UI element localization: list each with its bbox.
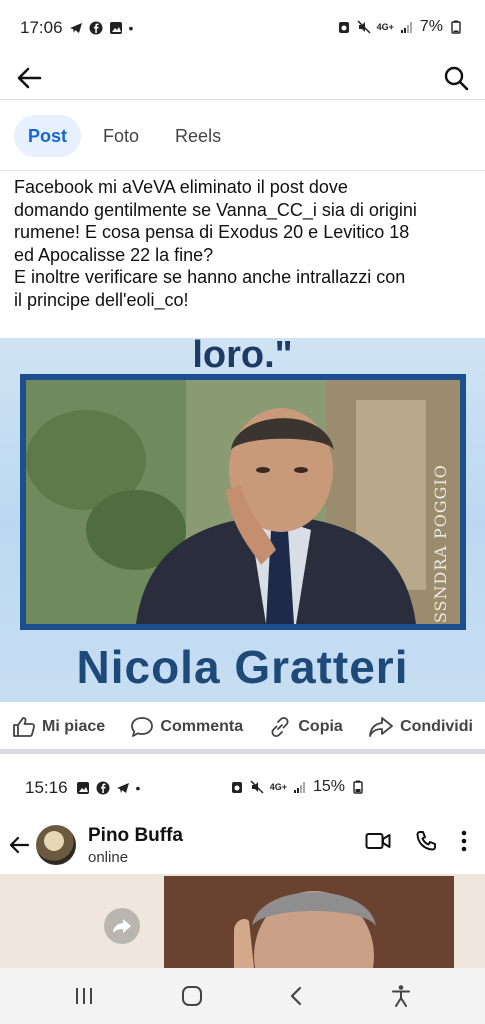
- chat-header: Pino Buffa online: [0, 816, 485, 874]
- notification-dot-icon: •: [135, 780, 141, 796]
- tab-reels[interactable]: Reels: [161, 115, 235, 157]
- post-text: Facebook mi aVeVA eliminato il post dove…: [14, 176, 476, 311]
- image-quote-text: loro.": [192, 338, 293, 376]
- telegram-icon: [116, 783, 129, 793]
- battery-icon: [353, 780, 363, 794]
- battery-icon: [451, 20, 461, 34]
- network-label: 4G+: [376, 22, 394, 32]
- copy-link-button[interactable]: Copia: [268, 716, 343, 738]
- forward-icon: [113, 919, 131, 933]
- video-call-icon[interactable]: [365, 831, 391, 851]
- embedded-battery-percent: 15%: [312, 778, 345, 795]
- recent-apps-icon[interactable]: [73, 986, 95, 1006]
- back-nav-icon[interactable]: [288, 985, 304, 1007]
- signal-icon: [293, 782, 305, 793]
- arrow-left-icon: [17, 67, 42, 88]
- chat-background: [0, 874, 485, 968]
- back-button[interactable]: [14, 63, 44, 93]
- chat-image[interactable]: [164, 876, 454, 968]
- accessibility-icon[interactable]: [390, 984, 412, 1008]
- image-watermark: ALESSNDRA POGGIO: [431, 464, 450, 630]
- post-text-line: E inoltre verificare se hanno anche intr…: [14, 267, 406, 287]
- facebook-icon: [96, 781, 110, 795]
- telegram-icon: [69, 23, 82, 33]
- alarm-icon: [231, 782, 242, 793]
- forward-button[interactable]: [104, 908, 140, 944]
- tab-post[interactable]: Post: [14, 115, 82, 157]
- post-actions: Mi piace Commenta Copia Condividi: [0, 704, 485, 754]
- chat-actions: [365, 830, 467, 852]
- comment-button[interactable]: Commenta: [130, 716, 243, 738]
- alarm-icon: [338, 22, 349, 33]
- phone-call-icon[interactable]: [415, 830, 437, 852]
- embedded-status-time: 15:16: [25, 778, 68, 797]
- gallery-icon: [109, 22, 122, 34]
- like-label: Mi piace: [42, 717, 106, 735]
- contact-name: Pino Buffa: [88, 824, 183, 846]
- contact-info[interactable]: Pino Buffa online: [88, 825, 183, 866]
- thumbs-up-icon: [13, 716, 36, 737]
- comment-icon: [131, 716, 154, 737]
- link-icon: [271, 716, 289, 737]
- battery-percent: 7%: [419, 18, 443, 35]
- post-text-line: rumene! E cosa pensa di Exodus 20 e Levi…: [14, 222, 410, 242]
- contact-status: online: [88, 848, 129, 866]
- status-right: 4G+ 7%: [337, 18, 463, 36]
- copy-label: Copia: [298, 717, 343, 735]
- arrow-left-icon[interactable]: [8, 835, 30, 855]
- embedded-network-label: 4G+: [269, 782, 287, 792]
- post-image[interactable]: loro." ALESSNDRA POGGIO Nicola Gratteri: [0, 338, 485, 702]
- search-button[interactable]: [441, 63, 471, 93]
- post-text-line: ed Apocalisse 22 la fine?: [14, 244, 214, 265]
- facebook-icon: [89, 21, 103, 35]
- system-nav-bar: [0, 968, 485, 1024]
- search-icon: [444, 66, 469, 90]
- more-options-icon[interactable]: [461, 830, 467, 852]
- like-button[interactable]: Mi piace: [12, 716, 105, 738]
- signal-icon: [400, 22, 412, 33]
- home-icon[interactable]: [181, 985, 203, 1007]
- comment-label: Commenta: [160, 717, 244, 735]
- tab-foto[interactable]: Foto: [89, 115, 153, 157]
- chat-image-illustration: [164, 876, 454, 968]
- notification-dot-icon: •: [128, 20, 134, 36]
- gallery-icon: [76, 782, 89, 794]
- status-bar: 17:06 • 4G+ 7%: [0, 0, 485, 56]
- post-text-line: domando gentilmente se Vanna_CC_i sia di…: [14, 199, 417, 220]
- mute-icon: [250, 780, 264, 794]
- image-name-text: Nicola Gratteri: [76, 641, 409, 693]
- portrait-photo: ALESSNDRA POGGIO: [20, 374, 466, 630]
- top-bar: [0, 56, 485, 100]
- post-text-line: il principe dell'eoli_co!: [14, 289, 189, 310]
- post-text-line: Facebook mi aVeVA eliminato il post dove: [14, 177, 348, 197]
- embedded-screenshot[interactable]: 15:16 • 4G+ 15% Pino Buffa online: [0, 760, 485, 968]
- embedded-status-right: 4G+ 15%: [230, 778, 365, 796]
- divider: [0, 170, 485, 171]
- share-label: Condividi: [400, 717, 473, 735]
- profile-tabs: Post Foto Reels: [0, 112, 485, 160]
- status-time: 17:06: [20, 18, 63, 37]
- embedded-status-bar: 15:16 • 4G+ 15%: [0, 760, 485, 816]
- portrait-illustration: [26, 380, 460, 624]
- share-button[interactable]: Condividi: [368, 716, 473, 738]
- avatar[interactable]: [36, 825, 76, 865]
- share-icon: [369, 716, 393, 737]
- status-left: 17:06 •: [20, 18, 133, 38]
- mute-icon: [357, 20, 371, 34]
